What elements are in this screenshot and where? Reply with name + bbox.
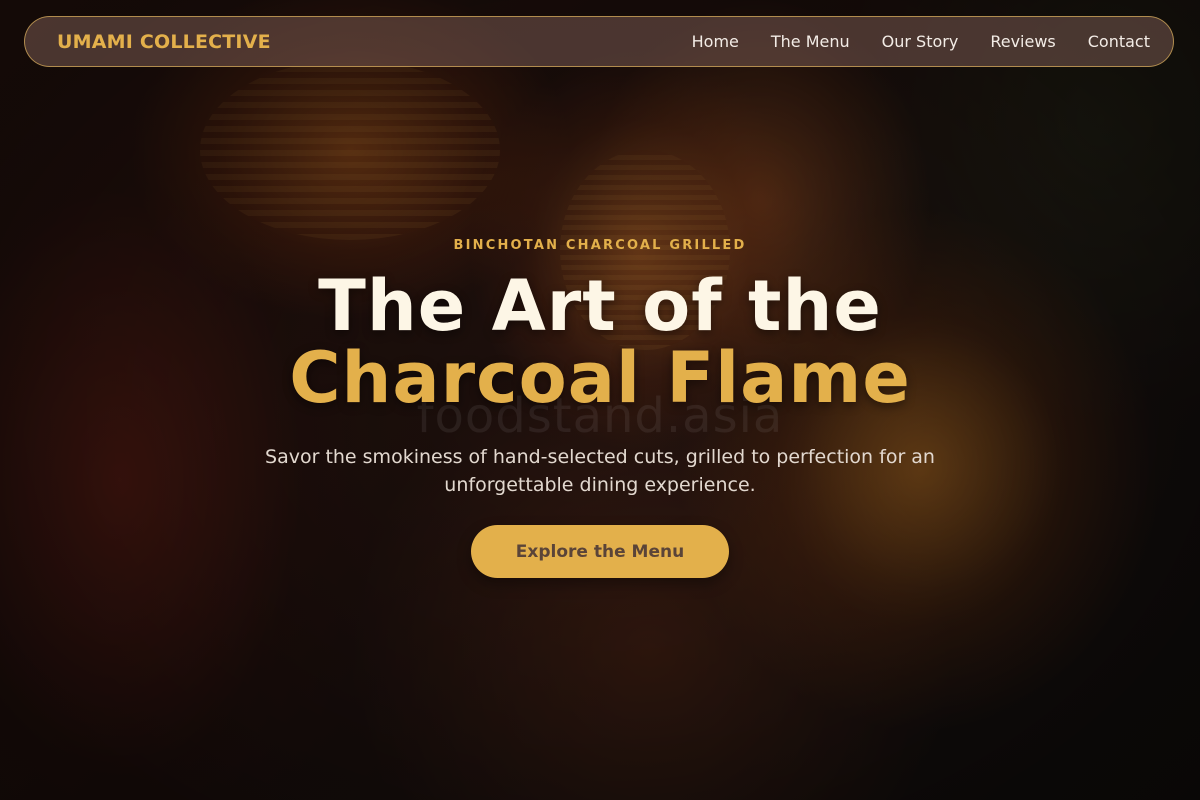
- navbar: UMAMI COLLECTIVE Home The Menu Our Story…: [24, 16, 1174, 67]
- hero-headline-line1: The Art of the: [318, 265, 882, 347]
- nav-link-contact[interactable]: Contact: [1088, 32, 1150, 51]
- hero-headline-line2: Charcoal Flame: [289, 337, 911, 419]
- hero-headline: The Art of the Charcoal Flame: [0, 270, 1200, 414]
- nav-links: Home The Menu Our Story Reviews Contact: [692, 32, 1150, 51]
- nav-link-home[interactable]: Home: [692, 32, 739, 51]
- nav-link-our-story[interactable]: Our Story: [882, 32, 959, 51]
- nav-link-menu[interactable]: The Menu: [771, 32, 850, 51]
- brand-logo[interactable]: UMAMI COLLECTIVE: [57, 31, 271, 53]
- explore-menu-button[interactable]: Explore the Menu: [471, 525, 729, 578]
- hero-eyebrow: BINCHOTAN CHARCOAL GRILLED: [453, 238, 747, 253]
- hero-section: UMAMI COLLECTIVE Home The Menu Our Story…: [0, 0, 1200, 800]
- nav-link-reviews[interactable]: Reviews: [990, 32, 1055, 51]
- hero-subtitle: Savor the smokiness of hand-selected cut…: [265, 446, 935, 496]
